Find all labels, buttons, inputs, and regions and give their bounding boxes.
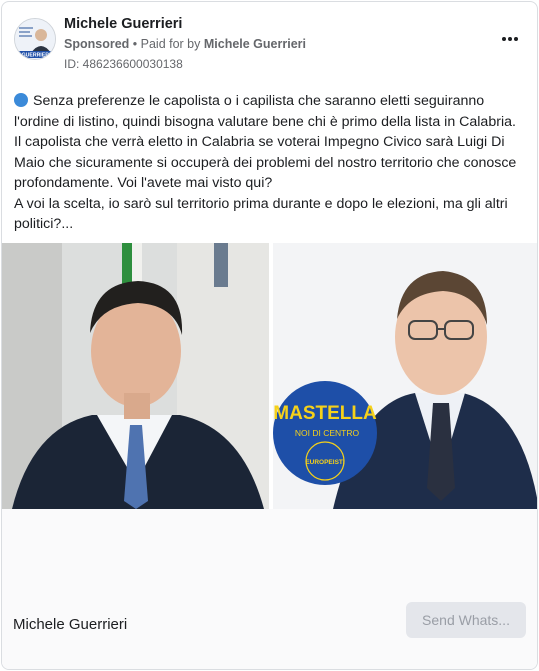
ad-images[interactable]: MASTELLA NOI DI CENTRO EUROPEISTI (2, 243, 537, 509)
ad-image-right[interactable]: MASTELLA NOI DI CENTRO EUROPEISTI (273, 243, 537, 509)
meta-separator: • (129, 37, 141, 51)
send-whatsapp-button[interactable]: Send Whats... (406, 602, 526, 638)
blue-circle-icon (14, 93, 28, 107)
ad-header: GUERRIERI Michele Guerrieri Sponsored • … (2, 2, 537, 77)
more-options-button[interactable] (497, 26, 523, 52)
paid-for-prefix: Paid for by (140, 37, 204, 51)
ad-footer (2, 509, 537, 669)
ad-body-text: Senza preferenze le capolista o i capili… (14, 91, 529, 235)
more-horizontal-icon-dot (508, 37, 512, 41)
body-paragraph-2: Il capolista che verrà eletto in Calabri… (14, 134, 517, 191)
sponsored-meta: Sponsored • Paid for by Michele Guerrier… (64, 37, 306, 51)
logo-line-1: MASTELLA (273, 403, 377, 424)
page-name[interactable]: Michele Guerrieri (64, 16, 182, 32)
ad-id: ID: 486236600030138 (64, 57, 183, 71)
logo-line-2: NOI DI CENTRO (295, 428, 360, 438)
ad-image-left[interactable] (2, 243, 269, 509)
payer-name: Michele Guerrieri (203, 37, 306, 51)
body-paragraph-3: A voi la scelta, io sarò sul territorio … (14, 195, 508, 233)
more-horizontal-icon-dot (514, 37, 519, 41)
footer-page-name: Michele Guerrieri (13, 616, 128, 633)
avatar-text: GUERRIERI (22, 53, 51, 59)
avatar[interactable]: GUERRIERI (14, 18, 56, 60)
sponsored-label: Sponsored (64, 37, 130, 51)
body-paragraph-1: Senza preferenze le capolista o i capili… (14, 93, 516, 130)
logo-line-3: EUROPEISTI (305, 459, 345, 466)
ad-card: GUERRIERI Michele Guerrieri Sponsored • … (1, 1, 538, 670)
more-horizontal-icon (501, 37, 506, 41)
